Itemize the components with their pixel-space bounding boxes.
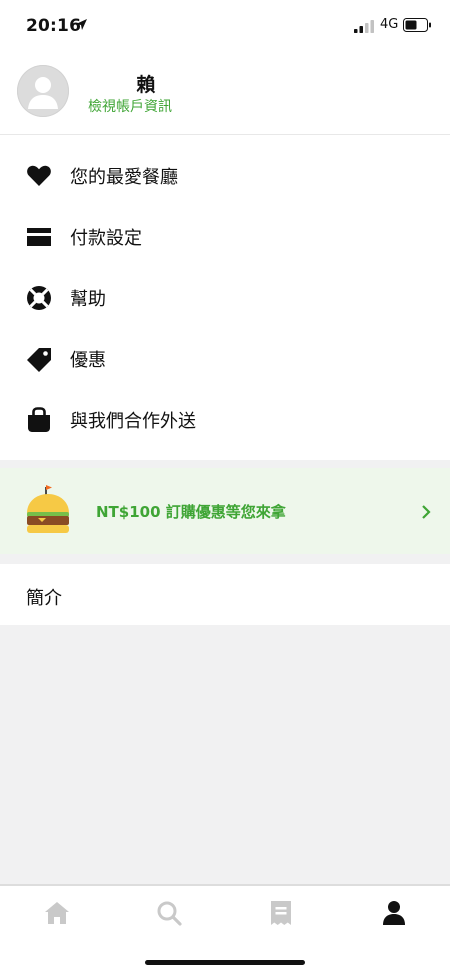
person-placeholder-icon: [28, 77, 58, 109]
menu-item-label: 與我們合作外送: [70, 411, 196, 432]
menu-item-deliver-with-us[interactable]: 與我們合作外送: [0, 389, 450, 449]
menu-item-label: 付款設定: [70, 228, 142, 249]
location-arrow-icon: [76, 19, 87, 30]
menu-item-payment[interactable]: 付款設定: [0, 206, 450, 266]
account-menu: 您的最愛餐廳 付款設定 幫助 優惠 與我們合作外送: [0, 135, 450, 460]
person-icon[interactable]: [381, 900, 407, 926]
network-type: 4G: [380, 17, 399, 32]
menu-item-help[interactable]: 幫助: [0, 267, 450, 327]
avatar[interactable]: [17, 65, 69, 117]
about-label: 簡介: [26, 588, 62, 609]
view-account-link[interactable]: 檢視帳戶資訊: [88, 96, 172, 116]
promo-banner[interactable]: NT$100 訂購優惠等您來拿: [0, 468, 450, 554]
status-time: 20:16: [26, 16, 82, 36]
menu-item-label: 您的最愛餐廳: [70, 167, 178, 188]
menu-item-favorites[interactable]: 您的最愛餐廳: [0, 145, 450, 205]
menu-item-label: 幫助: [70, 289, 106, 310]
status-bar: 20:16 4G: [0, 0, 450, 52]
chevron-right-icon: [422, 505, 431, 519]
credit-card-icon: [27, 228, 51, 246]
menu-item-about[interactable]: 簡介: [0, 564, 450, 625]
home-indicator: [145, 960, 305, 965]
menu-item-label: 優惠: [70, 350, 106, 371]
tag-icon: [27, 348, 51, 372]
receipt-icon[interactable]: [268, 900, 294, 926]
battery-icon: [403, 18, 431, 32]
profile-header[interactable]: 賴 檢視帳戶資訊: [0, 52, 450, 135]
menu-item-promotions[interactable]: 優惠: [0, 328, 450, 388]
promo-text: NT$100 訂購優惠等您來拿: [96, 503, 286, 521]
home-icon[interactable]: [44, 900, 70, 926]
profile-name: 賴: [136, 74, 156, 96]
burger-icon: [27, 485, 69, 533]
delivery-bag-icon: [28, 407, 50, 432]
search-icon[interactable]: [156, 900, 182, 926]
signal-icon: [354, 20, 374, 33]
lifebuoy-icon: [27, 286, 51, 310]
heart-icon: [27, 165, 51, 186]
